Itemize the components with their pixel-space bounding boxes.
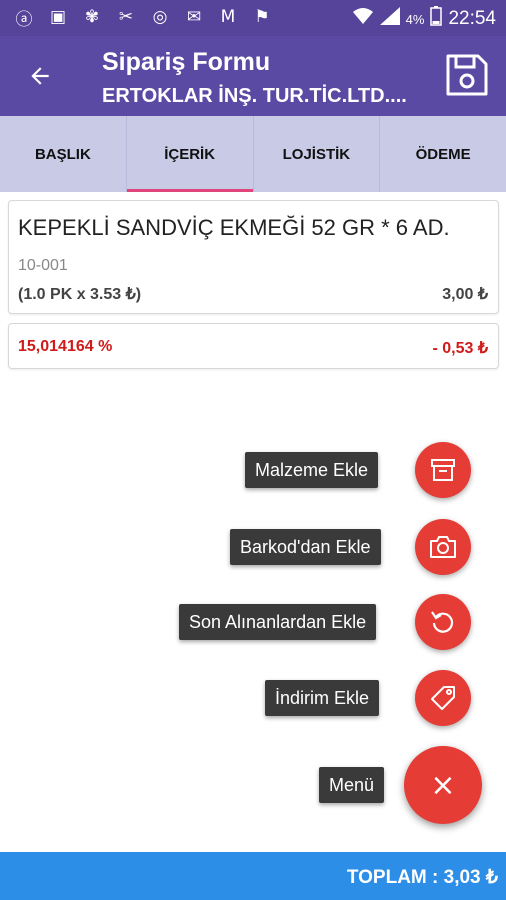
product-quantity: (1.0 PK x 3.53 ₺) bbox=[18, 286, 142, 303]
app-icon: ⓐ bbox=[15, 9, 33, 30]
back-button[interactable] bbox=[22, 58, 58, 94]
signal-icon bbox=[379, 7, 400, 31]
page-title: Sipariş Formu bbox=[102, 48, 271, 76]
camera-icon bbox=[430, 536, 456, 558]
save-icon bbox=[446, 54, 488, 96]
archive-icon bbox=[431, 459, 455, 481]
app-icon: ✂ bbox=[118, 7, 134, 27]
app-bar: Sipariş Formu ERTOKLAR İNŞ. TUR.TİC.LTD.… bbox=[0, 36, 506, 116]
add-material-button[interactable] bbox=[415, 442, 471, 498]
battery-percent: 4% bbox=[405, 11, 425, 27]
app-icon: ✾ bbox=[84, 7, 100, 27]
close-icon: × bbox=[430, 767, 456, 803]
history-icon bbox=[431, 611, 454, 633]
clock: 22:54 bbox=[448, 8, 496, 29]
fab-close-button[interactable]: × bbox=[404, 746, 482, 824]
flag-icon: ⚑ bbox=[254, 7, 270, 27]
status-bar: ⓐ ▣ ✾ ✂ ◎ ✉ M ⚑ 4% 22:54 bbox=[0, 0, 506, 36]
total-bar: TOPLAM : 3,03 ₺ bbox=[0, 852, 506, 900]
tab-odeme[interactable]: ÖDEME bbox=[380, 116, 506, 192]
tab-bar: BAŞLIK İÇERİK LOJİSTİK ÖDEME bbox=[0, 116, 506, 192]
add-from-recent-label[interactable]: Son Alınanlardan Ekle bbox=[179, 604, 377, 640]
gmail-icon: M bbox=[220, 7, 236, 27]
tab-lojistik[interactable]: LOJİSTİK bbox=[254, 116, 381, 192]
add-discount-button[interactable] bbox=[415, 670, 471, 726]
menu-label[interactable]: Menü bbox=[319, 767, 385, 803]
add-from-barcode-button[interactable] bbox=[415, 519, 471, 575]
tab-baslik[interactable]: BAŞLIK bbox=[0, 116, 127, 192]
product-code: 10-001 bbox=[18, 257, 68, 274]
tag-icon bbox=[431, 686, 455, 710]
mail-icon: ✉ bbox=[186, 7, 202, 27]
order-item-card[interactable]: KEPEKLİ SANDVİÇ EKMEĞİ 52 GR * 6 AD. 10-… bbox=[8, 200, 499, 314]
customer-name: ERTOKLAR İNŞ. TUR.TİC.LTD.... bbox=[102, 85, 407, 107]
add-from-recent-button[interactable] bbox=[415, 594, 471, 650]
instagram-icon: ◎ bbox=[152, 7, 168, 27]
wifi-icon bbox=[352, 7, 374, 31]
discount-percent: 15,014164 % bbox=[18, 338, 113, 355]
save-button[interactable] bbox=[444, 52, 490, 98]
order-total: TOPLAM : 3,03 ₺ bbox=[346, 867, 498, 888]
discount-card[interactable]: 15,014164 % - 0,53 ₺ bbox=[8, 323, 499, 369]
notification-icons: ⓐ ▣ ✾ ✂ ◎ ✉ M ⚑ bbox=[14, 7, 272, 30]
product-price: 3,00 ₺ bbox=[442, 286, 488, 303]
add-material-label[interactable]: Malzeme Ekle bbox=[245, 452, 379, 488]
image-icon: ▣ bbox=[49, 7, 67, 27]
arrow-back-icon bbox=[31, 67, 49, 85]
discount-amount: - 0,53 ₺ bbox=[432, 340, 488, 357]
battery-icon bbox=[430, 6, 443, 32]
product-name: KEPEKLİ SANDVİÇ EKMEĞİ 52 GR * 6 AD. bbox=[18, 215, 450, 240]
add-discount-label[interactable]: İndirim Ekle bbox=[265, 680, 380, 716]
tab-icerik[interactable]: İÇERİK bbox=[126, 116, 254, 192]
add-from-barcode-label[interactable]: Barkod'dan Ekle bbox=[230, 529, 381, 565]
